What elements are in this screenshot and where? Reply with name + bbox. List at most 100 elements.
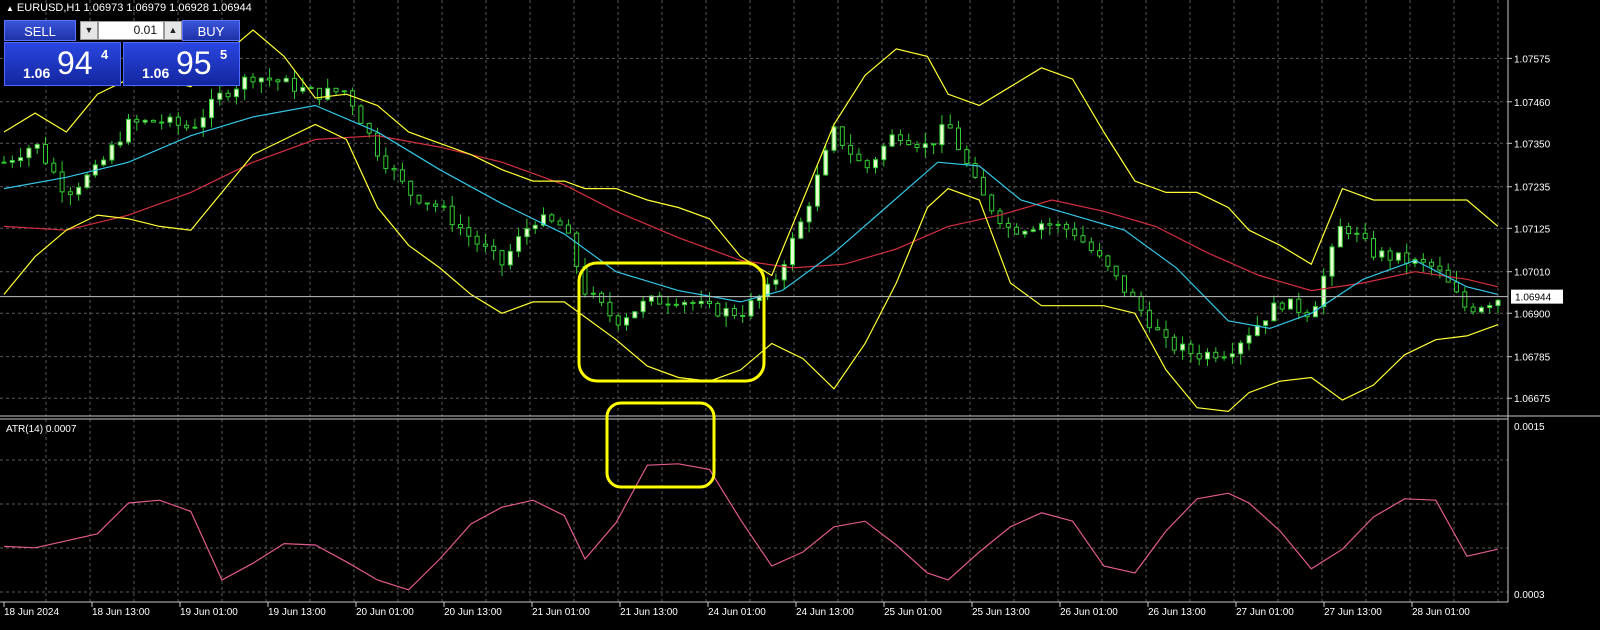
candle-body [300, 87, 306, 92]
sell-price-quote[interactable]: 1.06 94 4 [4, 42, 121, 86]
candle-body [624, 317, 629, 326]
candle-body [989, 194, 995, 212]
candle-body [565, 224, 571, 234]
candle-body [1470, 306, 1476, 313]
candle-body [831, 126, 837, 151]
candle-body [267, 77, 273, 81]
collapse-triangle-icon[interactable]: ▲ [6, 4, 14, 13]
candle-body [1454, 281, 1459, 293]
candle-body [1478, 307, 1484, 313]
candle-body [1039, 223, 1044, 231]
candle-body [126, 118, 131, 143]
price-chart[interactable]: 1.07575 1.07460 1.07350 1.07235 1.07125 1.070… [0, 0, 1600, 630]
candle-body [34, 143, 40, 149]
candle-body [26, 147, 32, 159]
sell-button[interactable]: SELL [4, 20, 76, 41]
atr-y-tick-label: 0.0015 [1514, 422, 1545, 433]
candle-body [997, 210, 1003, 224]
candle-body [798, 221, 804, 239]
candle-body [341, 90, 347, 93]
candle-body [707, 300, 712, 305]
candle-body [275, 79, 281, 83]
y-tick-label: 1.06675 [1514, 394, 1551, 405]
x-tick-label: 20 Jun 01:00 [356, 607, 414, 618]
candle-body [731, 308, 737, 316]
x-tick-label: 24 Jun 13:00 [796, 607, 854, 618]
candle-body [814, 174, 820, 207]
candle-body [1155, 327, 1161, 331]
candle-body [200, 117, 206, 128]
x-tick-label: 27 Jun 01:00 [1236, 607, 1294, 618]
sell-price-prefix: 1.06 [23, 65, 51, 81]
candle-body [1055, 223, 1061, 226]
candle-body [18, 157, 24, 162]
candle-body [499, 250, 505, 266]
y-tick-label: 1.07350 [1514, 139, 1551, 150]
candle-body [1113, 265, 1119, 277]
candle-body [283, 77, 289, 83]
buy-button[interactable]: BUY [182, 20, 240, 41]
candle-body [1014, 226, 1020, 235]
candle-body [84, 174, 90, 188]
candle-body [848, 144, 854, 155]
candle-body [325, 87, 331, 100]
candle-body [956, 127, 961, 151]
candle-body [715, 303, 721, 317]
candle-body [1379, 250, 1385, 258]
candle-body [698, 300, 704, 305]
candle-body [1063, 223, 1069, 230]
candle-body [59, 171, 65, 193]
candle-body [225, 92, 231, 98]
candle-body [209, 98, 214, 119]
candle-body [931, 143, 937, 146]
candle-body [980, 176, 986, 196]
candle-body [1371, 238, 1376, 258]
candle-body [1279, 302, 1285, 310]
candle-body [458, 224, 463, 229]
lot-decrease-arrow-icon[interactable]: ▼ [80, 21, 98, 40]
candle-body [1097, 250, 1103, 257]
candle-body [233, 88, 239, 98]
buy-price-quote[interactable]: 1.06 95 5 [123, 42, 240, 86]
candle-body [1487, 305, 1493, 309]
candle-body [632, 311, 638, 319]
symbol-quote-text: EURUSD,H1 1.06973 1.06979 1.06928 1.0694… [16, 2, 252, 14]
candle-body [790, 237, 795, 266]
candle-body [657, 295, 663, 305]
candle-body [134, 118, 140, 123]
candle-body [250, 76, 256, 83]
candle-body [557, 220, 563, 226]
lot-size-input[interactable]: 0.01 [98, 21, 164, 40]
candle-body [1495, 299, 1501, 307]
candle-body [159, 121, 165, 124]
candle-body [1337, 225, 1343, 248]
atr-y-tick-label: 0.0003 [1514, 590, 1545, 601]
candle-body [67, 191, 73, 195]
candle-body [449, 205, 455, 226]
lot-increase-arrow-icon[interactable]: ▲ [164, 21, 182, 40]
candle-body [1271, 302, 1277, 322]
candle-body [333, 87, 339, 93]
candle-body [1080, 235, 1086, 243]
candle-body [1462, 291, 1468, 308]
candle-body [416, 194, 422, 204]
candle-body [549, 214, 555, 222]
candle-body [532, 224, 538, 230]
x-tick-label: 19 Jun 01:00 [180, 607, 238, 618]
candle-body [640, 300, 646, 313]
candle-body [308, 87, 314, 90]
y-tick-label: 1.07010 [1514, 268, 1551, 279]
candle-body [1437, 265, 1443, 271]
y-axis-main: 1.07575 1.07460 1.07350 1.07235 1.07125 1.070… [1508, 54, 1551, 405]
candle-body [1288, 298, 1293, 310]
candle-body [682, 301, 688, 306]
candle-body [914, 144, 920, 148]
candle-body [167, 116, 173, 123]
candle-body [1072, 228, 1078, 237]
candle-body [1196, 353, 1202, 360]
candle-body [516, 236, 522, 252]
candle-body [939, 124, 945, 146]
candle-body [806, 205, 812, 223]
candle-body [773, 279, 779, 285]
candle-body [1130, 291, 1136, 297]
